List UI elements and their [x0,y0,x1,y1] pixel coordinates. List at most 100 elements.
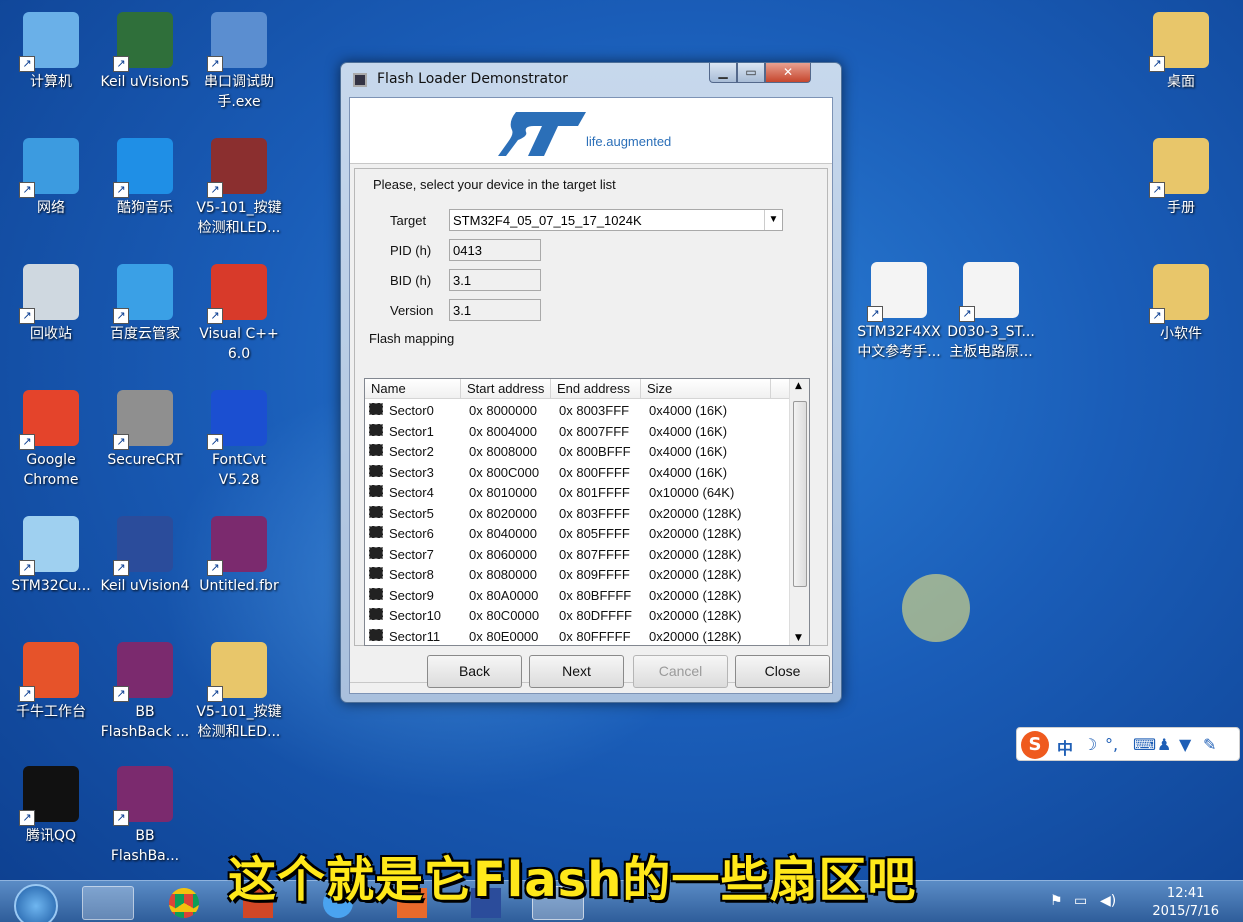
sogou-logo-icon[interactable]: S [1021,731,1049,759]
table-row[interactable]: Sector8 0x 8080000 0x 809FFFF 0x20000 (128K… [365,565,789,585]
minimize-button[interactable]: ▁ [709,63,737,83]
network-tray-icon[interactable]: ▭ [1074,893,1087,909]
maximize-button[interactable]: ▭ [737,63,765,83]
cancel-button[interactable]: Cancel [633,655,728,688]
shortcut-arrow-icon: ↗ [19,308,35,324]
table-row[interactable]: Sector9 0x 80A0000 0x 80BFFFF 0x20000 (128K… [365,586,789,606]
desktop-icon[interactable]: ↗ SecureCRT [100,390,190,470]
desktop-icon[interactable]: ↗ V5-101_按键 检测和LED... [194,138,284,238]
table-row[interactable]: Sector4 0x 8010000 0x 801FFFF 0x10000 (64K) [365,483,789,503]
punctuation-icon[interactable]: °, [1105,735,1118,754]
desktop-icon[interactable]: ↗ 桌面 [1136,12,1226,92]
target-select[interactable]: STM32F4_05_07_15_17_1024K ▼ [449,209,783,231]
table-row[interactable]: Sector7 0x 8060000 0x 807FFFF 0x20000 (128K… [365,545,789,565]
mapping-label: Flash mapping [369,331,455,346]
shortcut-arrow-icon: ↗ [207,56,223,72]
flash-loader-window[interactable]: Flash Loader Demonstrator ▁ ▭ ✕ life.aug… [340,62,970,703]
desktop-icon[interactable]: ↗ D030-3_ST... 主板电路原... [946,262,1036,362]
moon-icon[interactable]: ☽ [1083,735,1097,754]
close-window-button[interactable]: ✕ [765,63,811,83]
sector-name: Sector7 [389,546,434,562]
flash-mapping-list[interactable]: Name Start address End address Size Sect… [364,378,810,646]
start-address: 0x 80A0000 [469,587,539,603]
visual-cpp-icon: ↗ [207,264,267,324]
desktop-icon[interactable]: ↗ 腾讯QQ [6,766,96,846]
desktop-icon-label: 计算机 [30,74,72,90]
flag-icon[interactable]: ⚑ [1050,893,1063,909]
explorer-taskbar-icon[interactable] [82,886,134,920]
desktop-icon[interactable]: ↗ 手册 [1136,138,1226,218]
volume-icon[interactable]: ◀) [1100,893,1116,909]
next-button[interactable]: Next [529,655,624,688]
desktop-icon[interactable]: ↗ V5-101_按键 检测和LED... [194,642,284,742]
ime-toolbar[interactable]: S 中 ☽ °, ⌨ ♟ ▼ ✎ [1016,727,1240,761]
chevron-down-icon[interactable]: ▼ [764,210,782,230]
end-address: 0x 807FFFF [559,546,630,562]
scroll-down-icon[interactable]: ▼ [795,633,802,643]
clock[interactable]: 12:41 2015/7/16 [1152,885,1219,921]
scroll-thumb[interactable] [793,401,807,587]
col-end[interactable]: End address [551,379,641,399]
scroll-up-icon[interactable]: ▲ [795,381,802,391]
list-scrollbar[interactable]: ▲ ▼ [789,379,809,645]
folder-icon: ↗ [1149,138,1209,198]
sector-size: 0x20000 (128K) [649,505,742,521]
stm32cube-icon: ↗ [19,516,79,576]
desktop-icon[interactable]: ↗ 串口调试助 手.exe [194,12,284,112]
chip-icon [369,403,383,415]
desktop-icon[interactable]: ↗ STM32F4XX 中文参考手... [854,262,944,362]
desktop-icon[interactable]: ↗ STM32Cu... [6,516,96,596]
table-row[interactable]: Sector11 0x 80E0000 0x 80FFFFF 0x20000 (128… [365,627,789,646]
col-start[interactable]: Start address [461,379,551,399]
table-row[interactable]: Sector5 0x 8020000 0x 803FFFF 0x20000 (128K… [365,504,789,524]
desktop-icon[interactable]: ↗ Visual C++ 6.0 [194,264,284,364]
desktop-icon[interactable]: ↗ Google Chrome [6,390,96,490]
skin-icon[interactable]: ▼ [1179,735,1191,754]
table-row[interactable]: Sector2 0x 8008000 0x 800BFFF 0x4000 (16K) [365,442,789,462]
table-row[interactable]: Sector1 0x 8004000 0x 8007FFF 0x4000 (16K) [365,422,789,442]
chip-icon [369,567,383,579]
desktop-icon[interactable]: ↗ BB FlashBack ... [100,642,190,742]
shortcut-arrow-icon: ↗ [113,686,129,702]
window-titlebar[interactable]: Flash Loader Demonstrator ▁ ▭ ✕ [341,63,841,95]
desktop-icon-label: 千牛工作台 [16,704,86,720]
desktop-icon[interactable]: ↗ Untitled.fbr [194,516,284,596]
chip-icon [369,444,383,456]
folder-icon: ↗ [207,642,267,702]
cursor-highlight [902,574,970,642]
desktop-icon[interactable]: ↗ 小软件 [1136,264,1226,344]
ime-mode[interactable]: 中 [1057,735,1073,759]
desktop-icon[interactable]: ↗ 千牛工作台 [6,642,96,722]
start-address: 0x 80C0000 [469,608,540,623]
desktop-icon-label: V5-101_按键 检测和LED... [196,200,282,236]
table-row[interactable]: Sector6 0x 8040000 0x 805FFFF 0x20000 (128K… [365,524,789,544]
desktop-icon[interactable]: ↗ Keil uVision4 [100,516,190,596]
desktop-icon[interactable]: ↗ 计算机 [6,12,96,92]
chrome-taskbar-icon[interactable] [158,886,210,920]
end-address: 0x 80DFFFF [559,608,632,623]
instruction-text: Please, select your device in the target… [373,177,616,192]
start-button[interactable] [14,884,58,922]
user-icon[interactable]: ♟ [1157,735,1171,754]
baidu-cloud-icon: ↗ [113,264,173,324]
settings-wrench-icon[interactable]: ✎ [1203,735,1216,754]
close-button[interactable]: Close [735,655,830,688]
keyboard-icon[interactable]: ⌨ [1133,735,1156,754]
desktop-icon[interactable]: ↗ Keil uVision5 [100,12,190,92]
desktop-icon-label: 小软件 [1160,326,1202,342]
table-row[interactable]: Sector10 0x 80C0000 0x 80DFFFF 0x20000 (128… [365,606,789,626]
desktop-icon[interactable]: ↗ 百度云管家 [100,264,190,344]
back-button[interactable]: Back [427,655,522,688]
desktop-icon-label: Keil uVision5 [100,74,190,90]
desktop-icon-label: Visual C++ 6.0 [199,326,279,362]
desktop-icon[interactable]: ↗ 酷狗音乐 [100,138,190,218]
col-size[interactable]: Size [641,379,771,399]
desktop-icon[interactable]: ↗ 回收站 [6,264,96,344]
desktop-icon[interactable]: ↗ 网络 [6,138,96,218]
table-row[interactable]: Sector3 0x 800C000 0x 800FFFF 0x4000 (16K) [365,463,789,483]
col-name[interactable]: Name [365,379,461,399]
desktop-icon[interactable]: ↗ FontCvt V5.28 [194,390,284,490]
desktop-icon[interactable]: ↗ BB FlashBa... [100,766,190,866]
keil-icon: ↗ [113,12,173,72]
table-row[interactable]: Sector0 0x 8000000 0x 8003FFF 0x4000 (16K) [365,401,789,421]
